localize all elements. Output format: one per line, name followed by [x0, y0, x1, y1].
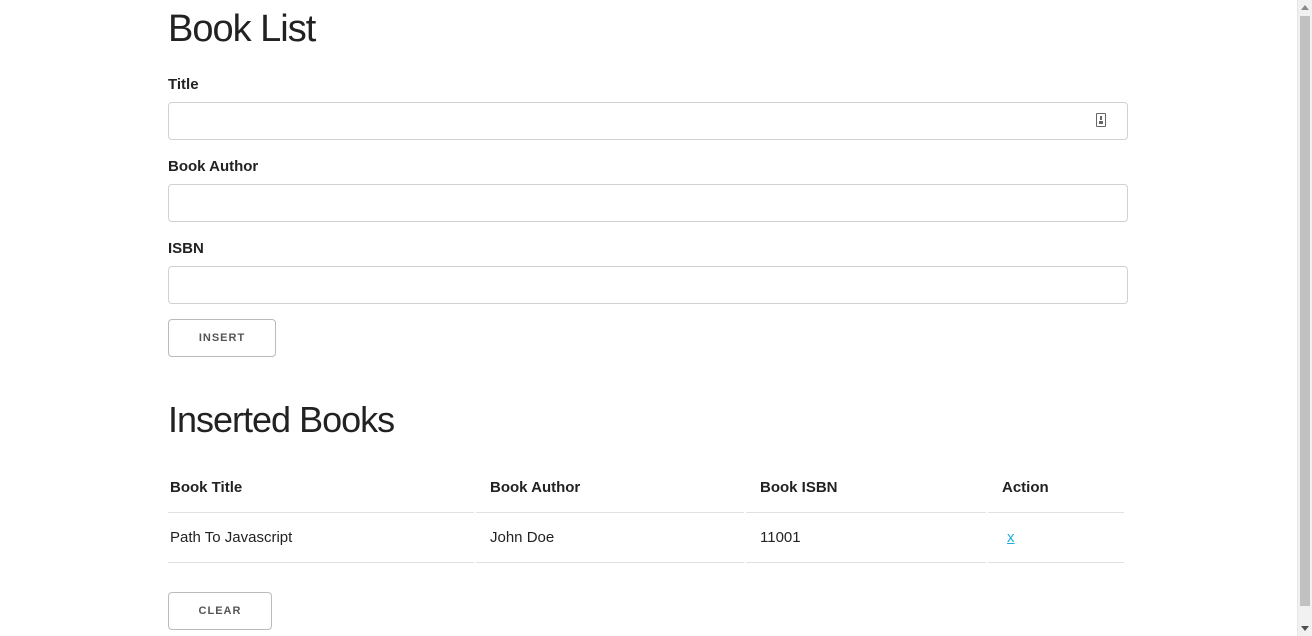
clear-button[interactable]: CLEAR	[168, 592, 272, 630]
isbn-label: ISBN	[168, 240, 204, 257]
cell-book-isbn: 11001	[746, 513, 986, 563]
chevron-down-icon[interactable]	[1301, 626, 1309, 631]
inserted-books-heading: Inserted Books	[168, 399, 395, 440]
table-header-row: Book Title Book Author Book ISBN Action	[168, 463, 1124, 513]
contact-card-icon[interactable]	[1096, 113, 1106, 127]
insert-button[interactable]: INSERT	[168, 319, 276, 357]
title-input[interactable]	[168, 102, 1128, 140]
isbn-input[interactable]	[168, 266, 1128, 304]
column-header-isbn: Book ISBN	[746, 463, 986, 513]
cell-action: x	[988, 513, 1124, 563]
page-title: Book List	[168, 8, 316, 50]
page: Book List Title Book Author ISBN INSERT …	[0, 0, 1312, 636]
column-header-action: Action	[988, 463, 1124, 513]
remove-book-link[interactable]: x	[1007, 529, 1015, 546]
cell-book-title: Path To Javascript	[168, 513, 474, 563]
column-header-author: Book Author	[476, 463, 744, 513]
scrollbar-thumb[interactable]	[1300, 16, 1310, 606]
title-label: Title	[168, 76, 199, 93]
title-field-wrapper	[168, 102, 1128, 140]
cell-book-author: John Doe	[476, 513, 744, 563]
chevron-up-icon[interactable]	[1301, 5, 1309, 10]
column-header-title: Book Title	[168, 463, 474, 513]
author-input[interactable]	[168, 184, 1128, 222]
vertical-scrollbar[interactable]	[1297, 0, 1312, 636]
table-row: Path To Javascript John Doe 11001 x	[168, 513, 1124, 563]
author-label: Book Author	[168, 158, 259, 175]
books-table: Book Title Book Author Book ISBN Action …	[166, 463, 1126, 563]
